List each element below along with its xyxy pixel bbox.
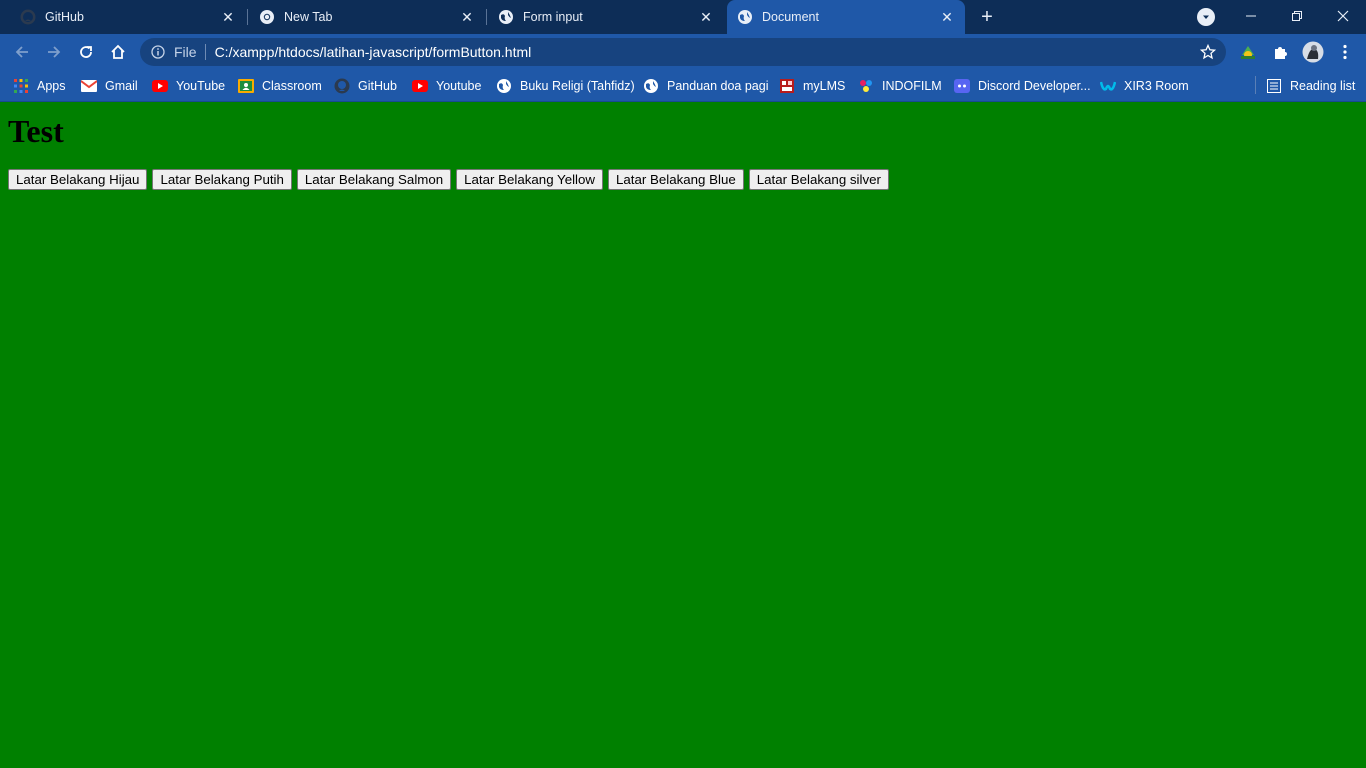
bg-white-button[interactable]: Latar Belakang Putih <box>152 169 292 190</box>
bookmark-label: Panduan doa pagi <box>667 79 769 93</box>
bookmark-mylms[interactable]: myLMS <box>779 76 845 96</box>
info-icon[interactable] <box>150 44 166 60</box>
close-icon[interactable]: ✕ <box>698 9 714 25</box>
bookmark-discord[interactable]: Discord Developer... <box>954 76 1091 96</box>
tab-github[interactable]: GitHub ✕ <box>10 0 246 34</box>
home-icon[interactable] <box>104 38 132 66</box>
bg-salmon-button[interactable]: Latar Belakang Salmon <box>296 169 452 190</box>
github-icon <box>334 78 350 94</box>
extension-icon[interactable] <box>1238 42 1258 62</box>
reload-icon[interactable] <box>72 38 100 66</box>
globe-icon <box>737 9 753 25</box>
bookmark-youtube-2[interactable]: Youtube <box>412 76 481 96</box>
profile-avatar-icon[interactable] <box>1301 40 1325 64</box>
restore-icon[interactable] <box>1274 0 1320 32</box>
bookmark-youtube[interactable]: YouTube <box>152 76 225 96</box>
bookmark-indofilm[interactable]: INDOFILM <box>858 76 942 96</box>
close-icon[interactable]: ✕ <box>939 9 955 25</box>
discord-icon <box>954 78 970 94</box>
tab-title: GitHub <box>45 10 84 24</box>
bg-green-button[interactable]: Latar Belakang Hijau <box>8 169 148 190</box>
tab-new-tab[interactable]: New Tab ✕ <box>249 0 485 34</box>
github-icon <box>20 9 36 25</box>
close-window-icon[interactable] <box>1320 0 1366 32</box>
bg-blue-button[interactable]: Latar Belakang Blue <box>608 169 744 190</box>
bookmark-label: myLMS <box>803 79 846 93</box>
tab-document[interactable]: Document ✕ <box>727 0 965 34</box>
page-content: Test Latar Belakang Hijau Latar Belakang… <box>0 103 1366 768</box>
tab-separator <box>486 9 487 25</box>
bookmark-buku-religi[interactable]: Buku Religi (Tahfidz) <box>496 76 635 96</box>
forward-icon[interactable] <box>40 38 68 66</box>
menu-kebab-icon[interactable] <box>1335 42 1355 62</box>
bookmark-classroom[interactable]: Classroom <box>238 76 322 96</box>
reading-list-icon <box>1266 78 1282 94</box>
bookmark-label: Discord Developer... <box>978 79 1091 93</box>
back-icon[interactable] <box>8 38 36 66</box>
reading-list-button[interactable]: Reading list <box>1266 76 1355 96</box>
minimize-icon[interactable] <box>1228 0 1274 32</box>
bookmark-label: YouTube <box>176 79 226 93</box>
bookmark-label: INDOFILM <box>882 79 942 93</box>
tab-title: Document <box>762 10 819 24</box>
bookmark-label: Buku Religi (Tahfidz) <box>520 79 635 93</box>
bookmark-label: GitHub <box>358 79 397 93</box>
tab-search-icon[interactable] <box>1197 8 1215 26</box>
tab-form-input[interactable]: Form input ✕ <box>488 0 724 34</box>
indofilm-icon <box>858 78 874 94</box>
bookmark-gmail[interactable]: Gmail <box>81 76 138 96</box>
apps-grid-icon <box>13 78 29 94</box>
reading-list-label: Reading list <box>1290 79 1356 93</box>
youtube-icon <box>412 78 428 94</box>
scheme-chip: File <box>174 44 206 60</box>
bookmark-github[interactable]: GitHub <box>334 76 397 96</box>
globe-icon <box>643 78 659 94</box>
bookmark-label: XIR3 Room <box>1124 79 1189 93</box>
close-icon[interactable]: ✕ <box>459 9 475 25</box>
bookmark-label: Classroom <box>262 79 322 93</box>
bookmarks-bar: Apps Gmail YouTube Classroom GitHub Yout… <box>0 70 1366 102</box>
bookmark-panduan-doa[interactable]: Panduan doa pagi <box>643 76 768 96</box>
chrome-icon <box>259 9 275 25</box>
tab-title: New Tab <box>284 10 333 24</box>
globe-icon <box>496 78 512 94</box>
browser-toolbar: File C:/xampp/htdocs/latihan-javascript/… <box>0 34 1366 70</box>
mylms-icon <box>779 78 795 94</box>
tab-strip: GitHub ✕ New Tab ✕ Form input ✕ Document… <box>0 0 1366 34</box>
address-bar[interactable]: File C:/xampp/htdocs/latihan-javascript/… <box>140 38 1226 66</box>
bookmark-apps[interactable]: Apps <box>13 76 66 96</box>
globe-icon <box>498 9 514 25</box>
tab-title: Form input <box>523 10 583 24</box>
url-text[interactable]: C:/xampp/htdocs/latihan-javascript/formB… <box>215 44 532 60</box>
bookmark-xir3-room[interactable]: XIR3 Room <box>1100 76 1189 96</box>
bg-silver-button[interactable]: Latar Belakang silver <box>748 169 889 190</box>
bookmark-star-icon[interactable] <box>1199 43 1217 60</box>
bookmark-label: Apps <box>37 79 66 93</box>
bookmarks-separator <box>1255 76 1256 94</box>
extensions-puzzle-icon[interactable] <box>1270 42 1290 62</box>
new-tab-button[interactable]: + <box>975 5 999 29</box>
close-icon[interactable]: ✕ <box>220 9 236 25</box>
bookmark-label: Youtube <box>436 79 482 93</box>
classroom-icon <box>238 78 254 94</box>
bg-yellow-button[interactable]: Latar Belakang Yellow <box>456 169 603 190</box>
webex-icon <box>1100 78 1116 94</box>
gmail-icon <box>81 78 97 94</box>
button-row: Latar Belakang Hijau Latar Belakang Puti… <box>8 169 894 190</box>
youtube-icon <box>152 78 168 94</box>
page-heading: Test <box>8 113 64 149</box>
bookmark-label: Gmail <box>105 79 138 93</box>
tab-separator <box>247 9 248 25</box>
